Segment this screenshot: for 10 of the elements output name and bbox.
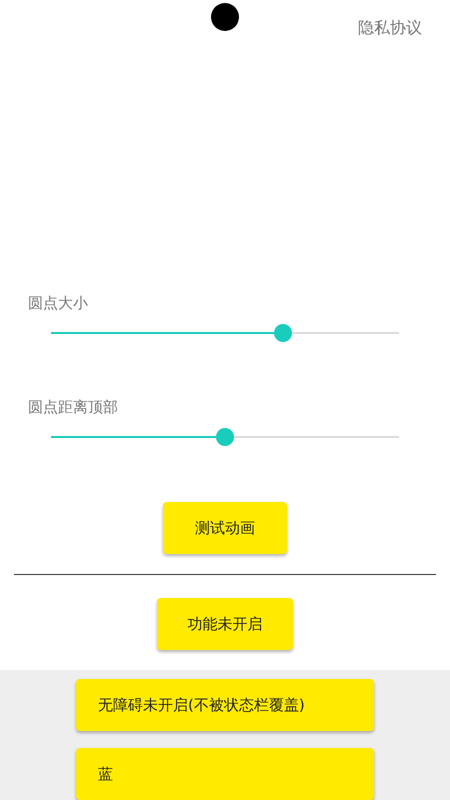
slider-label: 圆点大小 (28, 294, 89, 314)
slider-thumb[interactable] (216, 428, 234, 446)
dot (211, 3, 239, 31)
privacy-link[interactable]: 隐私协议 (358, 18, 422, 39)
action-button[interactable]: 蓝 (76, 748, 374, 800)
action-button[interactable]: 无障碍未开启(不被状态栏覆盖) (76, 679, 374, 731)
slider-thumb[interactable] (274, 324, 292, 342)
slider-label: 圆点距离顶部 (28, 398, 119, 418)
test-animation-button[interactable]: 测试动画 (163, 502, 287, 554)
status-button[interactable]: 功能未开启 (157, 598, 293, 650)
